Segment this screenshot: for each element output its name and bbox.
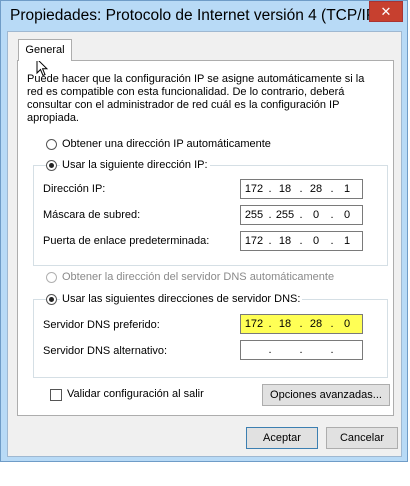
radio-dns-manual[interactable]	[46, 294, 57, 305]
preferred-dns-label: Servidor DNS preferido:	[43, 319, 160, 331]
subnet-mask-input[interactable]: 255 . 255 . 0 . 0	[240, 205, 363, 225]
ip-address-input[interactable]: 172 . 18 . 28 . 1	[240, 179, 363, 199]
gateway-label: Puerta de enlace predeterminada:	[43, 235, 210, 247]
radio-ip-manual-label[interactable]: Usar la siguiente dirección IP:	[60, 159, 210, 171]
subnet-mask-label: Máscara de subred:	[43, 209, 141, 221]
close-icon: ✕	[380, 4, 392, 19]
preferred-dns-input[interactable]: 172 . 18 . 28 . 0	[240, 314, 363, 334]
radio-ip-auto-label[interactable]: Obtener una dirección IP automáticamente	[62, 138, 271, 150]
close-button[interactable]: ✕	[369, 1, 403, 22]
dialog-client: General Puede hacer que la configuración…	[7, 31, 402, 457]
validate-label[interactable]: Validar configuración al salir	[67, 388, 204, 400]
ip-address-label: Dirección IP:	[43, 183, 106, 195]
radio-dns-manual-label[interactable]: Usar las siguientes direcciones de servi…	[60, 293, 303, 305]
radio-dns-auto-label: Obtener la dirección del servidor DNS au…	[62, 271, 335, 283]
alternate-dns-label: Servidor DNS alternativo:	[43, 345, 168, 357]
validate-checkbox[interactable]	[50, 389, 62, 401]
ok-button[interactable]: Aceptar	[246, 427, 318, 449]
radio-dns-auto	[46, 272, 57, 283]
cancel-button[interactable]: Cancelar	[326, 427, 398, 449]
advanced-options-button[interactable]: Opciones avanzadas...	[262, 384, 390, 406]
dialog-window: Propiedades: Protocolo de Internet versi…	[0, 0, 408, 462]
window-title: Propiedades: Protocolo de Internet versi…	[10, 7, 370, 24]
alternate-dns-input[interactable]: . . .	[240, 340, 363, 360]
title-bar[interactable]: Propiedades: Protocolo de Internet versi…	[1, 1, 407, 31]
radio-ip-auto[interactable]	[46, 139, 57, 150]
radio-ip-manual[interactable]	[46, 160, 57, 171]
gateway-input[interactable]: 172 . 18 . 0 . 1	[240, 231, 363, 251]
dns-group	[33, 299, 388, 378]
general-panel: Puede hacer que la configuración IP se a…	[17, 60, 394, 416]
intro-text: Puede hacer que la configuración IP se a…	[27, 73, 365, 124]
tab-general[interactable]: General	[18, 39, 72, 61]
